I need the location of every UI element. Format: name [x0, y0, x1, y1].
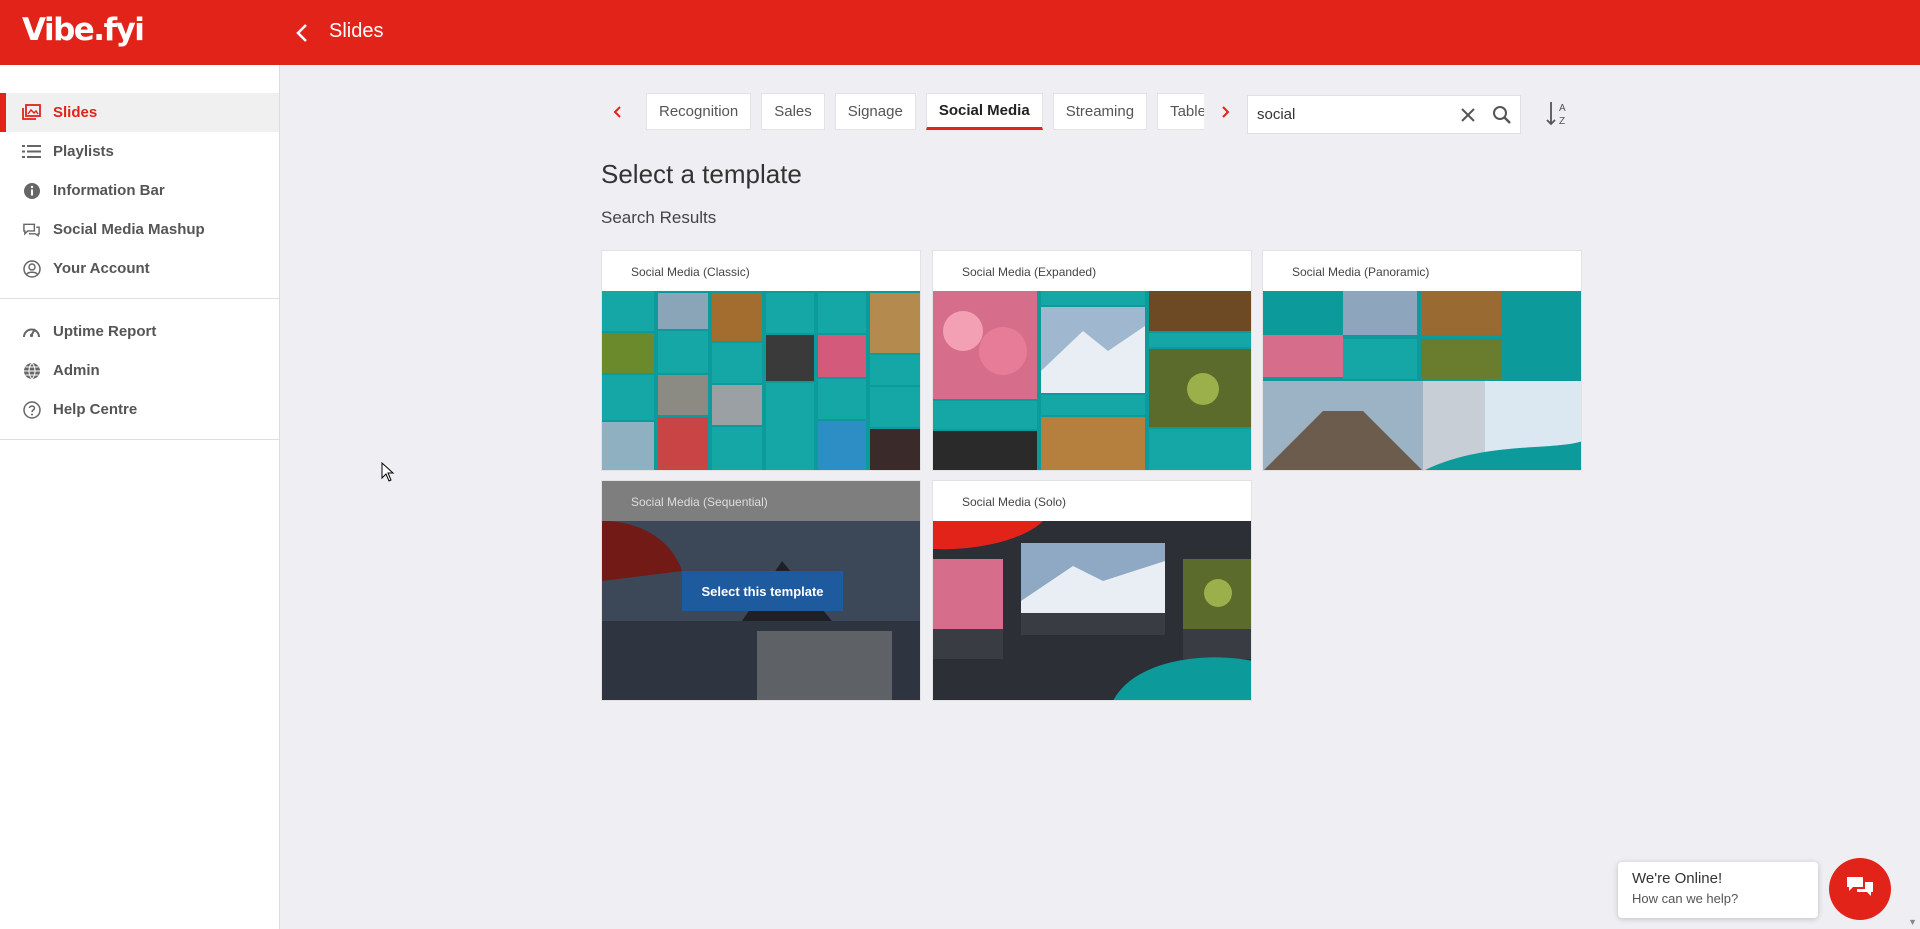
sidebar-item-slides[interactable]: Slides [0, 93, 279, 132]
template-card-sequential[interactable]: Social Media (Sequential) Select this te… [601, 480, 921, 701]
sidebar-group-secondary: Uptime Report Admin Help Centre [0, 299, 279, 440]
template-thumbnail [933, 291, 1251, 470]
clear-icon[interactable] [1457, 104, 1479, 126]
help-icon [22, 400, 41, 419]
tab-tables[interactable]: Tables [1157, 93, 1204, 130]
info-icon [22, 181, 41, 200]
search-icon[interactable] [1491, 104, 1513, 126]
sidebar-group-main: Slides Playlists Information Bar Social … [0, 65, 279, 299]
sidebar-item-uptime-report[interactable]: Uptime Report [0, 312, 279, 351]
scroll-down-arrow-icon[interactable]: ▼ [1908, 917, 1917, 927]
card-title: Social Media (Sequential) [631, 495, 768, 509]
sidebar-item-label: Slides [53, 104, 98, 121]
tab-recognition[interactable]: Recognition [646, 93, 752, 130]
tabs-scroll-right-icon[interactable] [1214, 98, 1238, 126]
sidebar-item-label: Social Media Mashup [53, 221, 205, 238]
template-card-classic[interactable]: Social Media (Classic) [601, 250, 921, 471]
user-icon [22, 259, 41, 278]
top-bar: Vibe.fyi Slides [0, 0, 1920, 65]
slides-icon [22, 103, 41, 122]
back-arrow-icon[interactable] [290, 18, 316, 48]
vibe-logo[interactable]: Vibe.fyi [22, 12, 145, 48]
sidebar-item-social-media-mashup[interactable]: Social Media Mashup [0, 210, 279, 249]
sidebar-item-information-bar[interactable]: Information Bar [0, 171, 279, 210]
sidebar-item-label: Playlists [53, 143, 114, 160]
tab-social-media[interactable]: Social Media [925, 93, 1043, 130]
chat-prompt[interactable]: We're Online! How can we help? [1618, 862, 1818, 918]
template-card-solo[interactable]: Social Media (Solo) [932, 480, 1252, 701]
tab-sales[interactable]: Sales [761, 93, 825, 130]
card-title: Social Media (Expanded) [962, 265, 1097, 279]
template-thumbnail [933, 521, 1251, 700]
page-heading: Select a template [601, 159, 802, 189]
tab-streaming[interactable]: Streaming [1052, 93, 1148, 130]
card-title: Social Media (Classic) [631, 265, 750, 279]
chat-title: We're Online! [1632, 870, 1723, 887]
svg-text:A: A [1559, 103, 1566, 114]
mouse-cursor-icon [381, 461, 395, 482]
sidebar-item-admin[interactable]: Admin [0, 351, 279, 390]
category-tabs: Recognition Sales Signage Social Media S… [646, 93, 1204, 133]
sidebar-item-label: Your Account [53, 260, 150, 277]
select-template-button[interactable]: Select this template [682, 571, 843, 611]
chat-bubbles-icon [1845, 874, 1875, 905]
sidebar-item-playlists[interactable]: Playlists [0, 132, 279, 171]
tab-signage[interactable]: Signage [834, 93, 916, 130]
template-card-expanded[interactable]: Social Media (Expanded) [932, 250, 1252, 471]
card-title: Social Media (Solo) [962, 495, 1067, 509]
list-icon [22, 142, 41, 161]
template-thumbnail [1263, 291, 1581, 470]
template-search [1247, 95, 1521, 134]
sidebar-item-help-centre[interactable]: Help Centre [0, 390, 279, 429]
template-card-panoramic[interactable]: Social Media (Panoramic) [1262, 250, 1582, 471]
sidebar: Slides Playlists Information Bar Social … [0, 65, 280, 929]
chat-icon [22, 220, 41, 239]
tabs-scroll-left-icon[interactable] [605, 98, 629, 126]
svg-text:Z: Z [1559, 116, 1565, 127]
template-thumbnail [602, 291, 920, 470]
card-title: Social Media (Panoramic) [1292, 265, 1430, 279]
page-title: Slides [329, 20, 384, 42]
dashboard-icon [22, 322, 41, 341]
globe-icon [22, 361, 41, 380]
sidebar-item-label: Admin [53, 362, 100, 379]
chat-subtitle: How can we help? [1632, 891, 1739, 906]
sidebar-item-label: Uptime Report [53, 323, 157, 340]
sidebar-item-label: Information Bar [53, 182, 165, 199]
sort-alpha-icon[interactable]: AZ [1544, 99, 1572, 129]
page-scrollbar[interactable]: ▼ [1905, 65, 1920, 929]
chat-launcher-button[interactable] [1829, 858, 1891, 920]
sidebar-item-your-account[interactable]: Your Account [0, 249, 279, 288]
search-results-heading: Search Results [601, 208, 717, 227]
search-input[interactable] [1248, 106, 1448, 123]
sidebar-item-label: Help Centre [53, 401, 138, 418]
